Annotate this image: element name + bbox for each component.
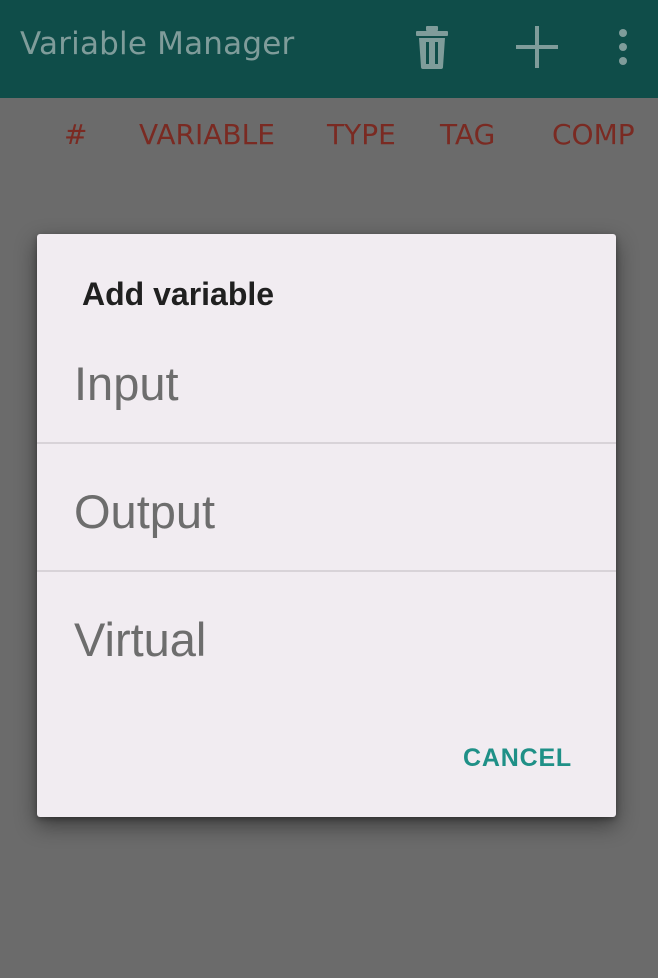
option-input-label: Input — [74, 357, 179, 410]
dialog-title: Add variable — [82, 276, 275, 312]
app-title: Variable Manager — [20, 26, 295, 62]
column-header-number: # — [64, 118, 88, 151]
option-virtual-label: Virtual — [74, 613, 207, 666]
column-header-comp: COMP — [552, 118, 635, 151]
add-variable-dialog: Add variable Input Output Virtual CANCEL — [37, 234, 616, 817]
option-output[interactable]: Output — [37, 444, 616, 572]
option-virtual[interactable]: Virtual — [37, 572, 616, 700]
plus-icon[interactable] — [512, 22, 562, 72]
screen: Variable Manager # VARIABLE TYPE TAG COM… — [0, 0, 658, 978]
option-input[interactable]: Input — [37, 316, 616, 444]
column-header-type: TYPE — [327, 118, 396, 151]
option-output-label: Output — [74, 485, 216, 538]
app-bar: Variable Manager — [0, 0, 658, 98]
column-header-variable: VARIABLE — [139, 118, 275, 151]
column-header-tag: TAG — [440, 118, 496, 151]
cancel-button[interactable]: CANCEL — [463, 744, 572, 773]
more-vert-icon[interactable] — [598, 22, 648, 72]
trash-icon[interactable] — [407, 22, 457, 72]
